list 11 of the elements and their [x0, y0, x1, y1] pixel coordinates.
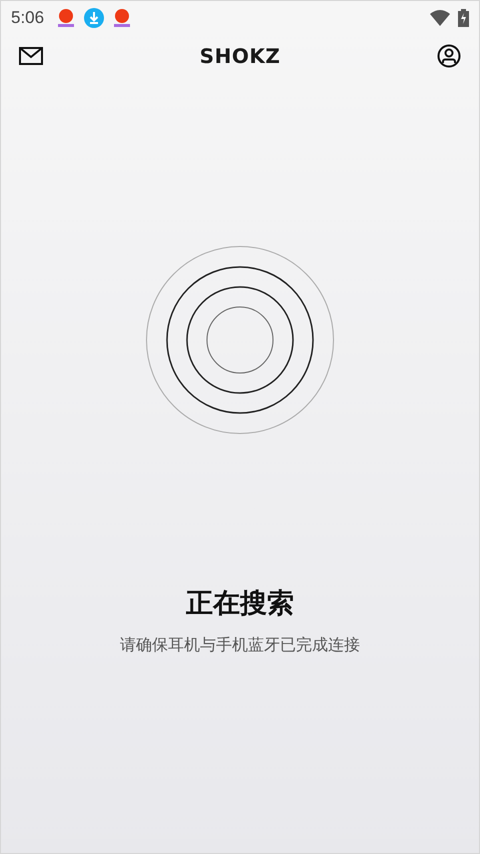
wifi-icon: [430, 10, 450, 26]
brand-logo: SHOKZ: [200, 44, 280, 68]
status-time: 5:06: [11, 8, 44, 28]
download-icon: [84, 8, 104, 28]
notification-icon: [56, 8, 76, 28]
battery-icon: [458, 9, 469, 27]
searching-rings-icon: [145, 245, 335, 435]
searching-hint: 请确保耳机与手机蓝牙已完成连接: [120, 635, 360, 656]
searching-title: 正在搜索: [186, 587, 294, 621]
account-icon[interactable]: [435, 42, 463, 70]
notification-icon: [112, 8, 132, 28]
